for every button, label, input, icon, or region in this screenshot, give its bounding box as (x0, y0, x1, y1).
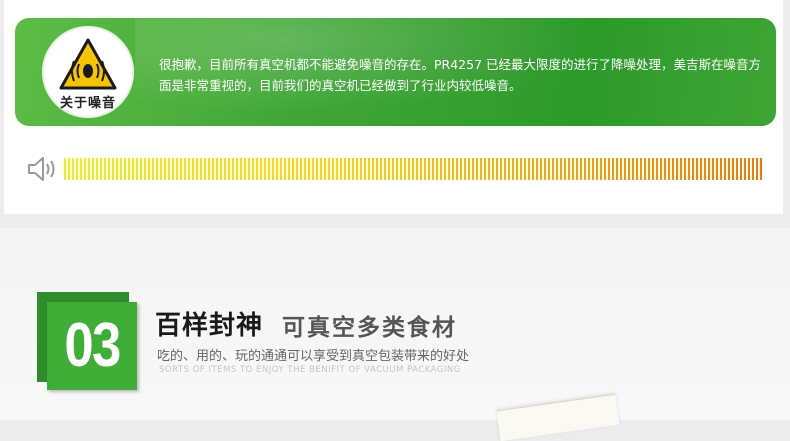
feature-subtitle: 可真空多类食材 (282, 315, 457, 341)
badge-label: 关于噪音 (59, 96, 116, 111)
noise-message: 很抱歉，目前所有真空机都不能避免噪音的存在。PR4257 已经最大限度的进行了降… (159, 57, 762, 93)
noise-badge: 关于噪音 (42, 26, 134, 118)
section-number-badge: 03 (37, 292, 137, 390)
volume-level-bar (64, 158, 762, 180)
feature-description: 吃的、用的、玩的通通可以享受到真空包装带来的好处 (157, 349, 470, 364)
feature-description-en: SORTS OF ITEMS TO ENJOY THE BENIFIT OF V… (159, 365, 461, 375)
feature-title: 百样封神 (155, 311, 264, 341)
noise-banner: 关于噪音 很抱歉，目前所有真空机都不能避免噪音的存在。PR4257 已经最大限度… (15, 18, 776, 126)
section-number: 03 (64, 311, 121, 380)
speaker-icon (28, 157, 55, 181)
warning-triangle-icon (59, 38, 117, 90)
